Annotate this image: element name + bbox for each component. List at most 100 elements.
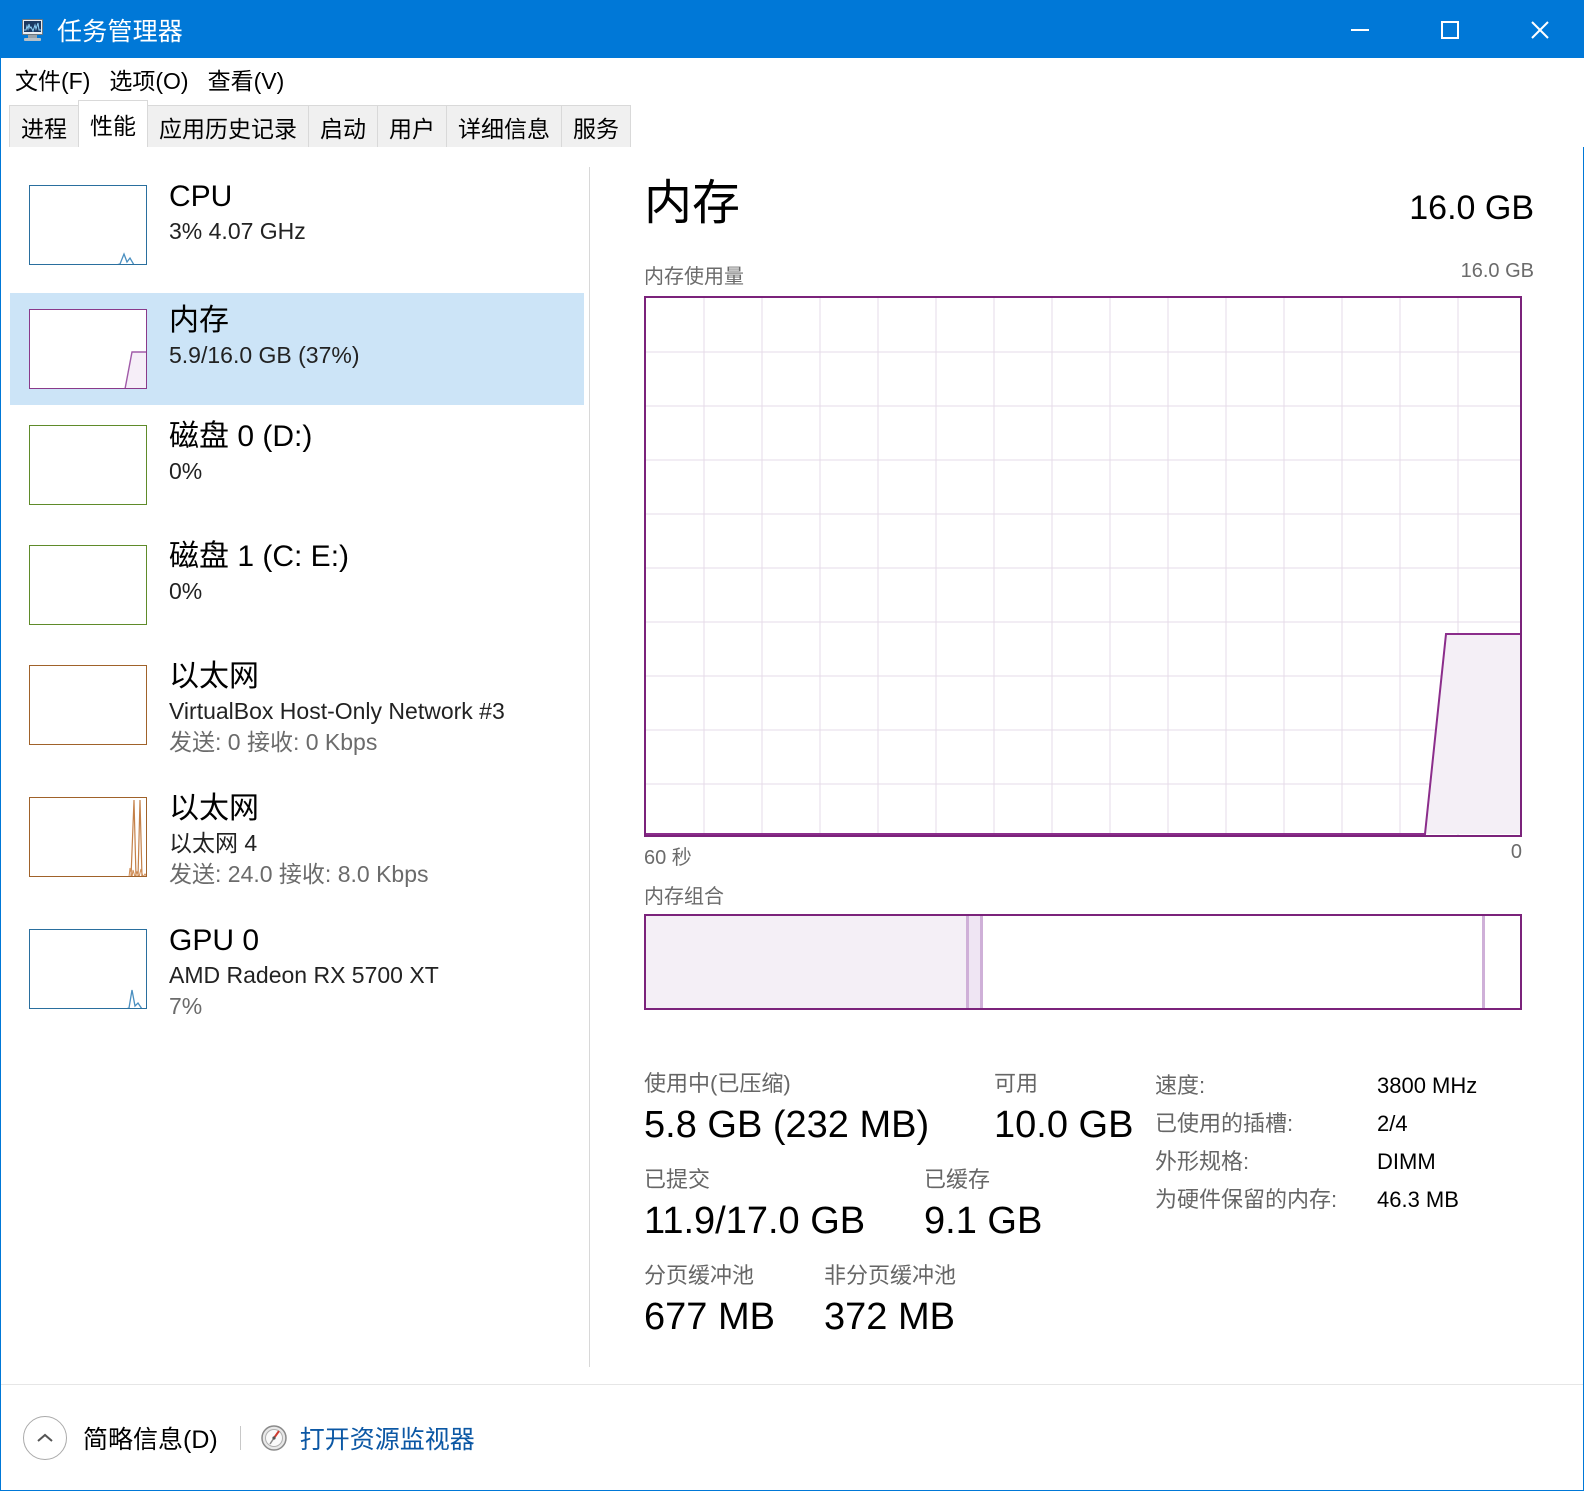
memory-sparkline: [29, 309, 147, 389]
spec-speed-value: 3800 MHz: [1377, 1073, 1478, 1098]
sidebar-item-title: GPU 0: [169, 924, 260, 957]
disk-1-sparkline: [29, 545, 147, 625]
sidebar-item-line3: 发送: 24.0 接收: 8.0 Kbps: [169, 861, 429, 887]
memory-composition-bar[interactable]: [644, 914, 1522, 1010]
composition-caption: 内存组合: [644, 886, 724, 908]
sidebar-item-ethernet-4[interactable]: 以太网 以太网 4 发送: 24.0 接收: 8.0 Kbps: [10, 781, 584, 913]
title-bar: 任务管理器: [1, 1, 1584, 58]
task-manager-window: 任务管理器 文件(F) 选项(O) 查看(V) 进程 性能 应用历史记录 启动 …: [0, 0, 1584, 1491]
stat-nonpaged-pool-label: 非分页缓冲池: [824, 1263, 957, 1288]
task-manager-icon: [19, 18, 45, 42]
disk-0-sparkline: [29, 425, 147, 505]
tab-users[interactable]: 用户: [377, 105, 447, 147]
sidebar-item-line3: 7%: [169, 993, 203, 1019]
sidebar-item-disk-0[interactable]: 磁盘 0 (D:) 0%: [10, 409, 584, 531]
memory-header: 内存 16.0 GB: [644, 175, 1534, 233]
stat-committed: 已提交 11.9/17.0 GB: [644, 1164, 924, 1246]
tab-services[interactable]: 服务: [561, 105, 631, 147]
status-bar: 简略信息(D) 打开资源监视器: [1, 1384, 1583, 1490]
tab-details[interactable]: 详细信息: [446, 105, 562, 147]
tab-performance[interactable]: 性能: [78, 100, 148, 147]
stat-available: 可用 10.0 GB: [994, 1068, 1164, 1150]
stat-committed-label: 已提交: [644, 1167, 711, 1192]
stat-committed-value: 11.9/17.0 GB: [644, 1200, 866, 1242]
memory-usage-chart: [646, 298, 1520, 835]
gpu-0-sparkline: [29, 929, 147, 1009]
axis-label-right: 0: [1510, 841, 1522, 863]
memory-capacity: 16.0 GB: [1409, 189, 1534, 227]
sidebar-item-gpu-0[interactable]: GPU 0 AMD Radeon RX 5700 XT 7%: [10, 913, 584, 1045]
graph-caption-left: 内存使用量: [644, 266, 744, 288]
spec-hardware-reserved-value: 46.3 MB: [1377, 1187, 1459, 1212]
sidebar-item-disk-1[interactable]: 磁盘 1 (C: E:) 0%: [10, 529, 584, 651]
close-button[interactable]: [1495, 1, 1584, 58]
stat-nonpaged-pool-value: 372 MB: [824, 1296, 955, 1338]
tab-app-history[interactable]: 应用历史记录: [147, 105, 309, 147]
sidebar-item-line2: 0%: [169, 458, 203, 484]
page-title: 内存: [644, 177, 741, 230]
content-area: CPU 3% 4.07 GHz 内存 5.9/16.0 GB (37%) 磁盘 …: [1, 147, 1583, 1384]
window-title: 任务管理器: [57, 17, 184, 46]
tab-processes[interactable]: 进程: [9, 105, 79, 147]
menu-bar: 文件(F) 选项(O) 查看(V): [1, 58, 1584, 100]
stat-paged-pool-value: 677 MB: [644, 1296, 775, 1338]
resource-list: CPU 3% 4.07 GHz 内存 5.9/16.0 GB (37%) 磁盘 …: [1, 147, 589, 1384]
menu-item-options[interactable]: 选项(O): [109, 62, 188, 96]
sidebar-item-line2: 0%: [169, 578, 203, 604]
chevron-up-icon: [37, 1433, 53, 1442]
sidebar-item-cpu[interactable]: CPU 3% 4.07 GHz: [10, 169, 584, 291]
ethernet-4-texts: 以太网 以太网 4 发送: 24.0 接收: 8.0 Kbps: [169, 790, 429, 890]
spec-form-factor-value: DIMM: [1377, 1149, 1436, 1174]
maximize-icon: [1441, 20, 1459, 39]
minimize-button[interactable]: [1315, 1, 1405, 58]
menu-item-view[interactable]: 查看(V): [208, 62, 285, 96]
ethernet-vbox-sparkline: [29, 665, 147, 745]
composition-segment-free: [1485, 916, 1520, 1008]
graph-caption-right: 16.0 GB: [1460, 260, 1534, 282]
minimize-icon: [1351, 28, 1369, 31]
stats-row-3: 分页缓冲池 677 MB 非分页缓冲池 372 MB: [644, 1260, 1164, 1342]
fewer-details-label[interactable]: 简略信息(D): [83, 1420, 218, 1456]
sidebar-item-title: CPU: [169, 180, 233, 213]
maximize-button[interactable]: [1405, 1, 1495, 58]
stats-row-2: 已提交 11.9/17.0 GB 已缓存 9.1 GB: [644, 1164, 1164, 1246]
resource-monitor-icon: [259, 1423, 289, 1453]
disk-0-texts: 磁盘 0 (D:) 0%: [169, 418, 312, 487]
stat-in-use-value: 5.8 GB (232 MB): [644, 1104, 930, 1146]
spec-speed: 速度: 3800 MHz: [1155, 1067, 1555, 1105]
ethernet-vbox-texts: 以太网 VirtualBox Host-Only Network #3 发送: …: [169, 658, 505, 758]
sidebar-item-line2: 3% 4.07 GHz: [169, 218, 306, 244]
open-resource-monitor-link[interactable]: 打开资源监视器: [300, 1420, 475, 1456]
memory-usage-graph: [644, 296, 1522, 837]
memory-texts: 内存 5.9/16.0 GB (37%): [169, 302, 360, 371]
memory-specs: 速度: 3800 MHz 已使用的插槽: 2/4 外形规格: DIMM 为硬件保…: [1155, 1067, 1555, 1219]
graph-caption: 内存使用量 16.0 GB: [644, 260, 1534, 289]
status-divider: [239, 1425, 241, 1450]
sidebar-item-line2: 以太网 4: [169, 830, 258, 856]
sidebar-item-ethernet-vbox[interactable]: 以太网 VirtualBox Host-Only Network #3 发送: …: [10, 649, 584, 781]
composition-segment-modified: [969, 916, 980, 1008]
spec-hardware-reserved: 为硬件保留的内存: 46.3 MB: [1155, 1181, 1555, 1219]
stat-nonpaged-pool: 非分页缓冲池 372 MB: [824, 1260, 1024, 1342]
ethernet-4-sparkline: [29, 797, 147, 877]
tab-startup[interactable]: 启动: [308, 105, 378, 147]
sidebar-item-title: 内存: [169, 304, 229, 337]
spec-form-factor-key: 外形规格:: [1155, 1149, 1250, 1174]
sidebar-item-title: 以太网: [169, 792, 259, 825]
stats-row-1: 使用中(已压缩) 5.8 GB (232 MB) 可用 10.0 GB: [644, 1068, 1164, 1150]
stat-paged-pool-label: 分页缓冲池: [644, 1263, 755, 1288]
spec-slots-value: 2/4: [1377, 1111, 1408, 1136]
sidebar-item-memory[interactable]: 内存 5.9/16.0 GB (37%): [10, 293, 584, 405]
stat-cached-label: 已缓存: [924, 1167, 991, 1192]
fewer-details-button[interactable]: [23, 1415, 67, 1460]
close-icon: [1531, 20, 1549, 39]
stat-available-value: 10.0 GB: [994, 1104, 1134, 1146]
spec-form-factor: 外形规格: DIMM: [1155, 1143, 1555, 1181]
memory-stats-left: 使用中(已压缩) 5.8 GB (232 MB) 可用 10.0 GB 已提交 …: [644, 1068, 1164, 1342]
cpu-sparkline: [29, 185, 147, 265]
composition-segment-in-use: [646, 916, 966, 1008]
stat-cached: 已缓存 9.1 GB: [924, 1164, 1104, 1246]
menu-item-file[interactable]: 文件(F): [15, 62, 90, 96]
sidebar-item-title: 以太网: [169, 660, 259, 693]
stat-cached-value: 9.1 GB: [924, 1200, 1043, 1242]
